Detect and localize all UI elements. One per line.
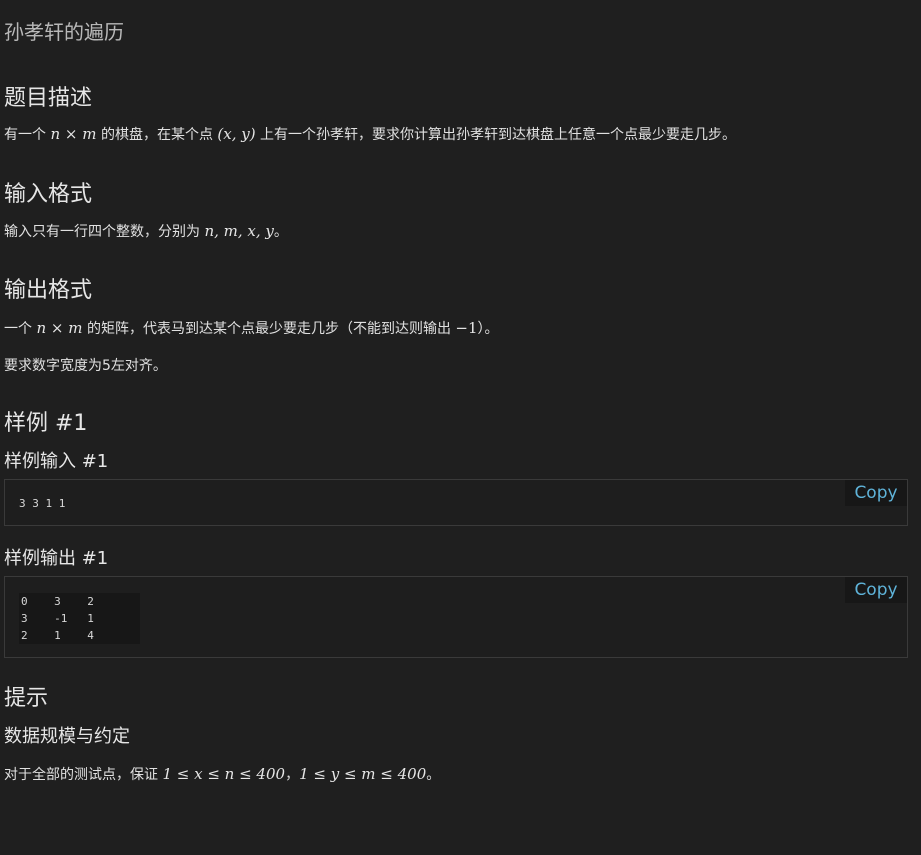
sample-output-grid: 0 3 2 3 -1 1 2 1 4 — [19, 593, 140, 644]
sample-heading: 样例 #1 — [4, 411, 88, 436]
description-heading: 题目描述 — [4, 86, 93, 111]
sample-input-heading: 样例输入 #1 — [4, 451, 109, 472]
page-title: 孙孝轩的遍历 — [4, 20, 124, 44]
sample-input-block: Copy 3 3 1 1 — [4, 479, 908, 526]
math-n-times-m: n × m — [50, 125, 97, 143]
math-matrix-size: n × m — [36, 319, 83, 337]
copy-output-button[interactable]: Copy — [845, 577, 907, 603]
sample-output-code: 0 3 2 3 -1 1 2 1 4 — [21, 595, 94, 642]
hint-subheading: 数据规模与约定 — [4, 726, 130, 747]
input-format-heading: 输入格式 — [4, 182, 93, 207]
hint-heading: 提示 — [4, 686, 49, 711]
description-text: 有一个 n × m 的棋盘，在某个点 (x, y) 上有一个孙孝轩，要求你计算出… — [4, 125, 737, 143]
sample-input-code: 3 3 1 1 — [19, 497, 66, 510]
math-constraint-x: 1 ≤ x ≤ n ≤ 400 — [162, 765, 286, 783]
hint-text: 对于全部的测试点，保证 1 ≤ x ≤ n ≤ 400，1 ≤ y ≤ m ≤ … — [4, 765, 441, 783]
math-point-xy: (x, y) — [217, 125, 256, 143]
output-format-text: 一个 n × m 的矩阵，代表马到达某个点最少要走几步（不能到达则输出 −1）。 — [4, 319, 499, 337]
sample-output-block: Copy 0 3 2 3 -1 1 2 1 4 — [4, 576, 908, 658]
problem-page: 孙孝轩的遍历 题目描述 有一个 n × m 的棋盘，在某个点 (x, y) 上有… — [0, 0, 921, 855]
input-format-text: 输入只有一行四个整数，分别为 n, m, x, y。 — [4, 222, 288, 240]
math-constraint-y: 1 ≤ y ≤ m ≤ 400 — [299, 765, 427, 783]
copy-input-button[interactable]: Copy — [845, 480, 907, 506]
output-format-width-note: 要求数字宽度为5左对齐。 — [4, 358, 167, 374]
sample-output-heading: 样例输出 #1 — [4, 548, 109, 569]
math-neg-one: −1 — [455, 319, 478, 337]
math-input-vars: n, m, x, y — [204, 222, 274, 240]
output-format-heading: 输出格式 — [4, 278, 93, 303]
